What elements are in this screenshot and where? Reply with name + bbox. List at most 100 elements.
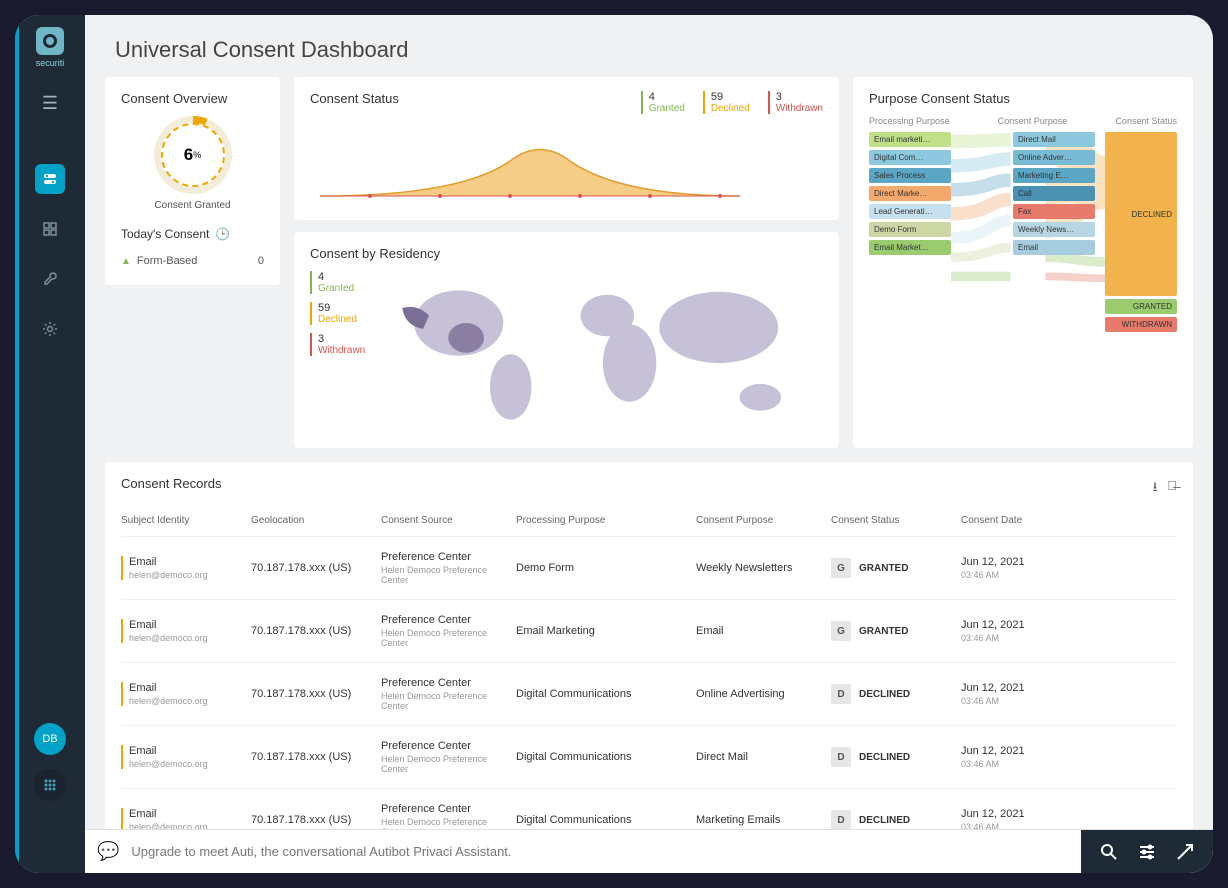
sankey-node: DECLINED: [1105, 132, 1177, 296]
gauge-value: 6: [184, 145, 193, 165]
consent-source-sub: Helen Democo Preference Center: [381, 817, 516, 829]
processing-purpose: Digital Communications: [516, 814, 696, 826]
sidebar-item-dashboard[interactable]: [35, 214, 65, 244]
consent-source: Preference Center: [381, 551, 471, 563]
sidebar-item-consent[interactable]: [35, 164, 65, 194]
apps-icon[interactable]: [34, 769, 66, 801]
sidebar-item-settings[interactable]: [35, 314, 65, 344]
geolocation: 70.187.178.xxx (US): [251, 814, 381, 826]
geolocation: 70.187.178.xxx (US): [251, 688, 381, 700]
sankey-node: Demo Form: [869, 222, 951, 237]
sankey-node: Fax: [1013, 204, 1095, 219]
sankey-node: Digital Com…: [869, 150, 951, 165]
menu-toggle-icon[interactable]: ☰: [42, 93, 58, 114]
consent-date: Jun 12, 2021: [961, 808, 1025, 820]
status-badge: GGRANTED: [831, 621, 961, 641]
table-row[interactable]: Email helen@democo.org70.187.178.xxx (US)…: [121, 663, 1177, 726]
sankey-node: Email Market…: [869, 240, 951, 255]
table-row[interactable]: Emailhelen@democo.org70.187.178.xxx (US)…: [121, 537, 1177, 600]
table-row[interactable]: Email helen@democo.org70.187.178.xxx (US)…: [121, 600, 1177, 663]
brand-logo[interactable]: securiti: [36, 27, 65, 68]
consent-source: Preference Center: [381, 614, 471, 626]
sankey-node: Online Adver…: [1013, 150, 1095, 165]
consent-date: Jun 12, 2021: [961, 682, 1025, 694]
column-header[interactable]: Subject Identity: [121, 515, 251, 526]
consent-purpose: Online Advertising: [696, 688, 831, 700]
column-header[interactable]: Consent Source: [381, 515, 516, 526]
column-header[interactable]: Consent Purpose: [696, 515, 831, 526]
chat-icon[interactable]: 💬: [97, 841, 119, 862]
panel-title: Consent Records: [121, 476, 221, 491]
consent-date: Jun 12, 2021: [961, 745, 1025, 757]
residency-metrics: 4Granted 59Declined 3Withdrawn: [310, 271, 365, 364]
status-badge: DDECLINED: [831, 747, 961, 767]
consent-source: Preference Center: [381, 803, 471, 815]
table-row[interactable]: Emailhelen@democo.org70.187.178.xxx (US)…: [121, 789, 1177, 829]
panel-title: Consent Overview: [121, 91, 264, 106]
form-based-row: ▲Form-Based 0: [121, 251, 264, 271]
consent-time: 03:46 AM: [961, 570, 1076, 580]
consent-source-sub: Helen Democo Preference Center: [381, 691, 516, 711]
sankey-node: Sales Process: [869, 168, 951, 183]
column-header[interactable]: Consent Date: [961, 515, 1076, 526]
sankey-node: Direct Marke…: [869, 186, 951, 201]
sankey-chart: Email marketi…Digital Com…Sales ProcessD…: [869, 132, 1177, 332]
sidebar-item-tools[interactable]: [35, 264, 65, 294]
area-chart: [310, 126, 750, 206]
geolocation: 70.187.178.xxx (US): [251, 625, 381, 637]
brand-mark-icon: [36, 27, 64, 55]
consent-date: Jun 12, 2021: [961, 619, 1025, 631]
expand-icon[interactable]: [1175, 842, 1195, 862]
search-icon[interactable]: [1099, 842, 1119, 862]
processing-purpose: Demo Form: [516, 562, 696, 574]
sankey-node: Email: [1013, 240, 1095, 255]
consent-source: Preference Center: [381, 740, 471, 752]
consent-purpose: Direct Mail: [696, 751, 831, 763]
upgrade-message: Upgrade to meet Auti, the conversational…: [131, 844, 1081, 859]
table-row[interactable]: Emailhelen@democo.org70.187.178.xxx (US)…: [121, 726, 1177, 789]
bottom-bar: 💬 Upgrade to meet Auti, the conversation…: [85, 829, 1213, 873]
consent-time: 03:46 AM: [961, 696, 1076, 706]
identity-value: helen@democo.org: [129, 633, 251, 643]
todays-consent-header: Today's Consent 🕒: [121, 227, 264, 241]
sankey-node: WITHDRAWN: [1105, 317, 1177, 332]
column-header[interactable]: Processing Purpose: [516, 515, 696, 526]
consent-records-panel: Consent Records ⭳ 👁̶ Subject IdentityGeo…: [105, 462, 1193, 829]
consent-purpose: Email: [696, 625, 831, 637]
processing-purpose: Digital Communications: [516, 688, 696, 700]
avatar[interactable]: DB: [34, 723, 66, 755]
column-header[interactable]: Geolocation: [251, 515, 381, 526]
identity-value: helen@democo.org: [129, 759, 251, 769]
clock-icon: 🕒: [215, 227, 230, 241]
geolocation: 70.187.178.xxx (US): [251, 751, 381, 763]
panel-title: Consent Status: [310, 91, 399, 106]
sankey-node: GRANTED: [1105, 299, 1177, 314]
processing-purpose: Email Marketing: [516, 625, 696, 637]
filter-icon[interactable]: [1137, 842, 1157, 862]
brand-name: securiti: [36, 58, 65, 68]
consent-date: Jun 12, 2021: [961, 556, 1025, 568]
table-header: Subject IdentityGeolocationConsent Sourc…: [121, 515, 1177, 537]
identity-value: helen@democo.org: [129, 696, 251, 706]
sankey-panel: Purpose Consent Status Processing Purpos…: [853, 77, 1193, 448]
status-metrics: 4Granted 59Declined 3Withdrawn: [641, 91, 823, 114]
consent-source-sub: Helen Democo Preference Center: [381, 754, 516, 774]
geolocation: 70.187.178.xxx (US): [251, 562, 381, 574]
visibility-off-icon[interactable]: 👁̶: [1167, 478, 1177, 500]
sankey-node: Lead Generati…: [869, 204, 951, 219]
consent-purpose: Weekly Newsletters: [696, 562, 831, 574]
download-icon[interactable]: ⭳: [1153, 478, 1158, 500]
world-map: [377, 271, 823, 434]
consent-source: Preference Center: [381, 677, 471, 689]
status-badge: DDECLINED: [831, 810, 961, 829]
sidebar-accent: [15, 15, 19, 873]
sankey-node: Call: [1013, 186, 1095, 201]
sankey-node: Marketing E…: [1013, 168, 1095, 183]
column-header[interactable]: Consent Status: [831, 515, 961, 526]
main: Universal Consent Dashboard Consent Over…: [85, 15, 1213, 873]
consent-time: 03:46 AM: [961, 633, 1076, 643]
gauge-unit: %: [193, 150, 201, 160]
identity-type: Email: [129, 682, 157, 694]
sidebar: securiti ☰ DB: [15, 15, 85, 873]
consent-residency-panel: Consent by Residency 4Granted 59Declined…: [294, 232, 839, 448]
